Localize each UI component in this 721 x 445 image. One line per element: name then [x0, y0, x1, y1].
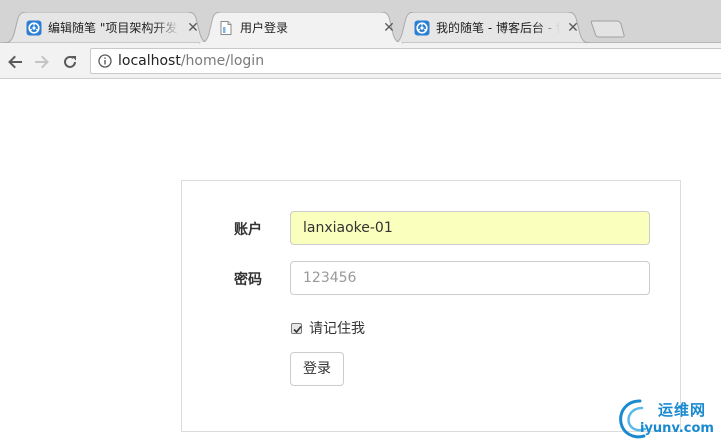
new-tab-button[interactable]: [590, 20, 626, 38]
checkmark-icon: [293, 325, 302, 333]
tab-strip: 编辑随笔 "项目架构开发 ✕ 我的随笔 - 博客后台 - 博 ✕ 用户登录 ✕: [0, 0, 721, 44]
page-icon: [218, 20, 234, 36]
tab-title: 我的随笔 - 博客后台 - 博: [436, 21, 560, 35]
back-arrow-icon: [8, 55, 22, 69]
address-bar[interactable]: localhost/home/login: [90, 48, 721, 74]
remember-me[interactable]: 请记住我: [291, 318, 365, 338]
tab-user-login[interactable]: 用户登录 ✕: [196, 12, 406, 44]
cnblogs-icon: [414, 20, 430, 36]
url-text[interactable]: localhost/home/login: [118, 49, 264, 73]
forward-arrow-icon: [35, 55, 49, 69]
forward-button[interactable]: [31, 51, 53, 73]
watermark-en-text: iyunv.com: [640, 421, 714, 436]
remember-checkbox[interactable]: [291, 322, 302, 334]
account-input[interactable]: lanxiaoke-01: [290, 211, 650, 245]
browser-toolbar: localhost/home/login: [0, 43, 721, 79]
tab-my-posts[interactable]: 我的随笔 - 博客后台 - 博 ✕: [392, 12, 590, 44]
close-tab-icon[interactable]: ✕: [566, 21, 580, 35]
remember-label: 请记住我: [309, 321, 365, 337]
info-icon[interactable]: [98, 54, 112, 68]
reload-button[interactable]: [59, 51, 81, 73]
account-label: 账户: [234, 222, 262, 238]
login-button[interactable]: 登录: [290, 352, 344, 386]
watermark-cn-text: 运维网: [658, 401, 707, 419]
tab-edit-post[interactable]: 编辑随笔 "项目架构开发 ✕: [4, 12, 210, 44]
tab-title: 用户登录: [240, 21, 289, 35]
cnblogs-icon: [26, 20, 42, 36]
watermark-logo: 运维网 iyunv.com: [616, 395, 721, 445]
password-label: 密码: [234, 272, 262, 288]
url-path: /home/login: [180, 53, 265, 69]
close-tab-icon[interactable]: ✕: [382, 21, 396, 35]
back-button[interactable]: [4, 51, 26, 73]
password-input[interactable]: 123456: [290, 261, 650, 295]
tab-title: 编辑随笔 "项目架构开发: [48, 21, 178, 35]
url-host: localhost: [118, 53, 181, 69]
login-panel: 账户 lanxiaoke-01 密码 123456 请记住我 登录: [181, 180, 681, 432]
reload-icon: [64, 55, 76, 68]
